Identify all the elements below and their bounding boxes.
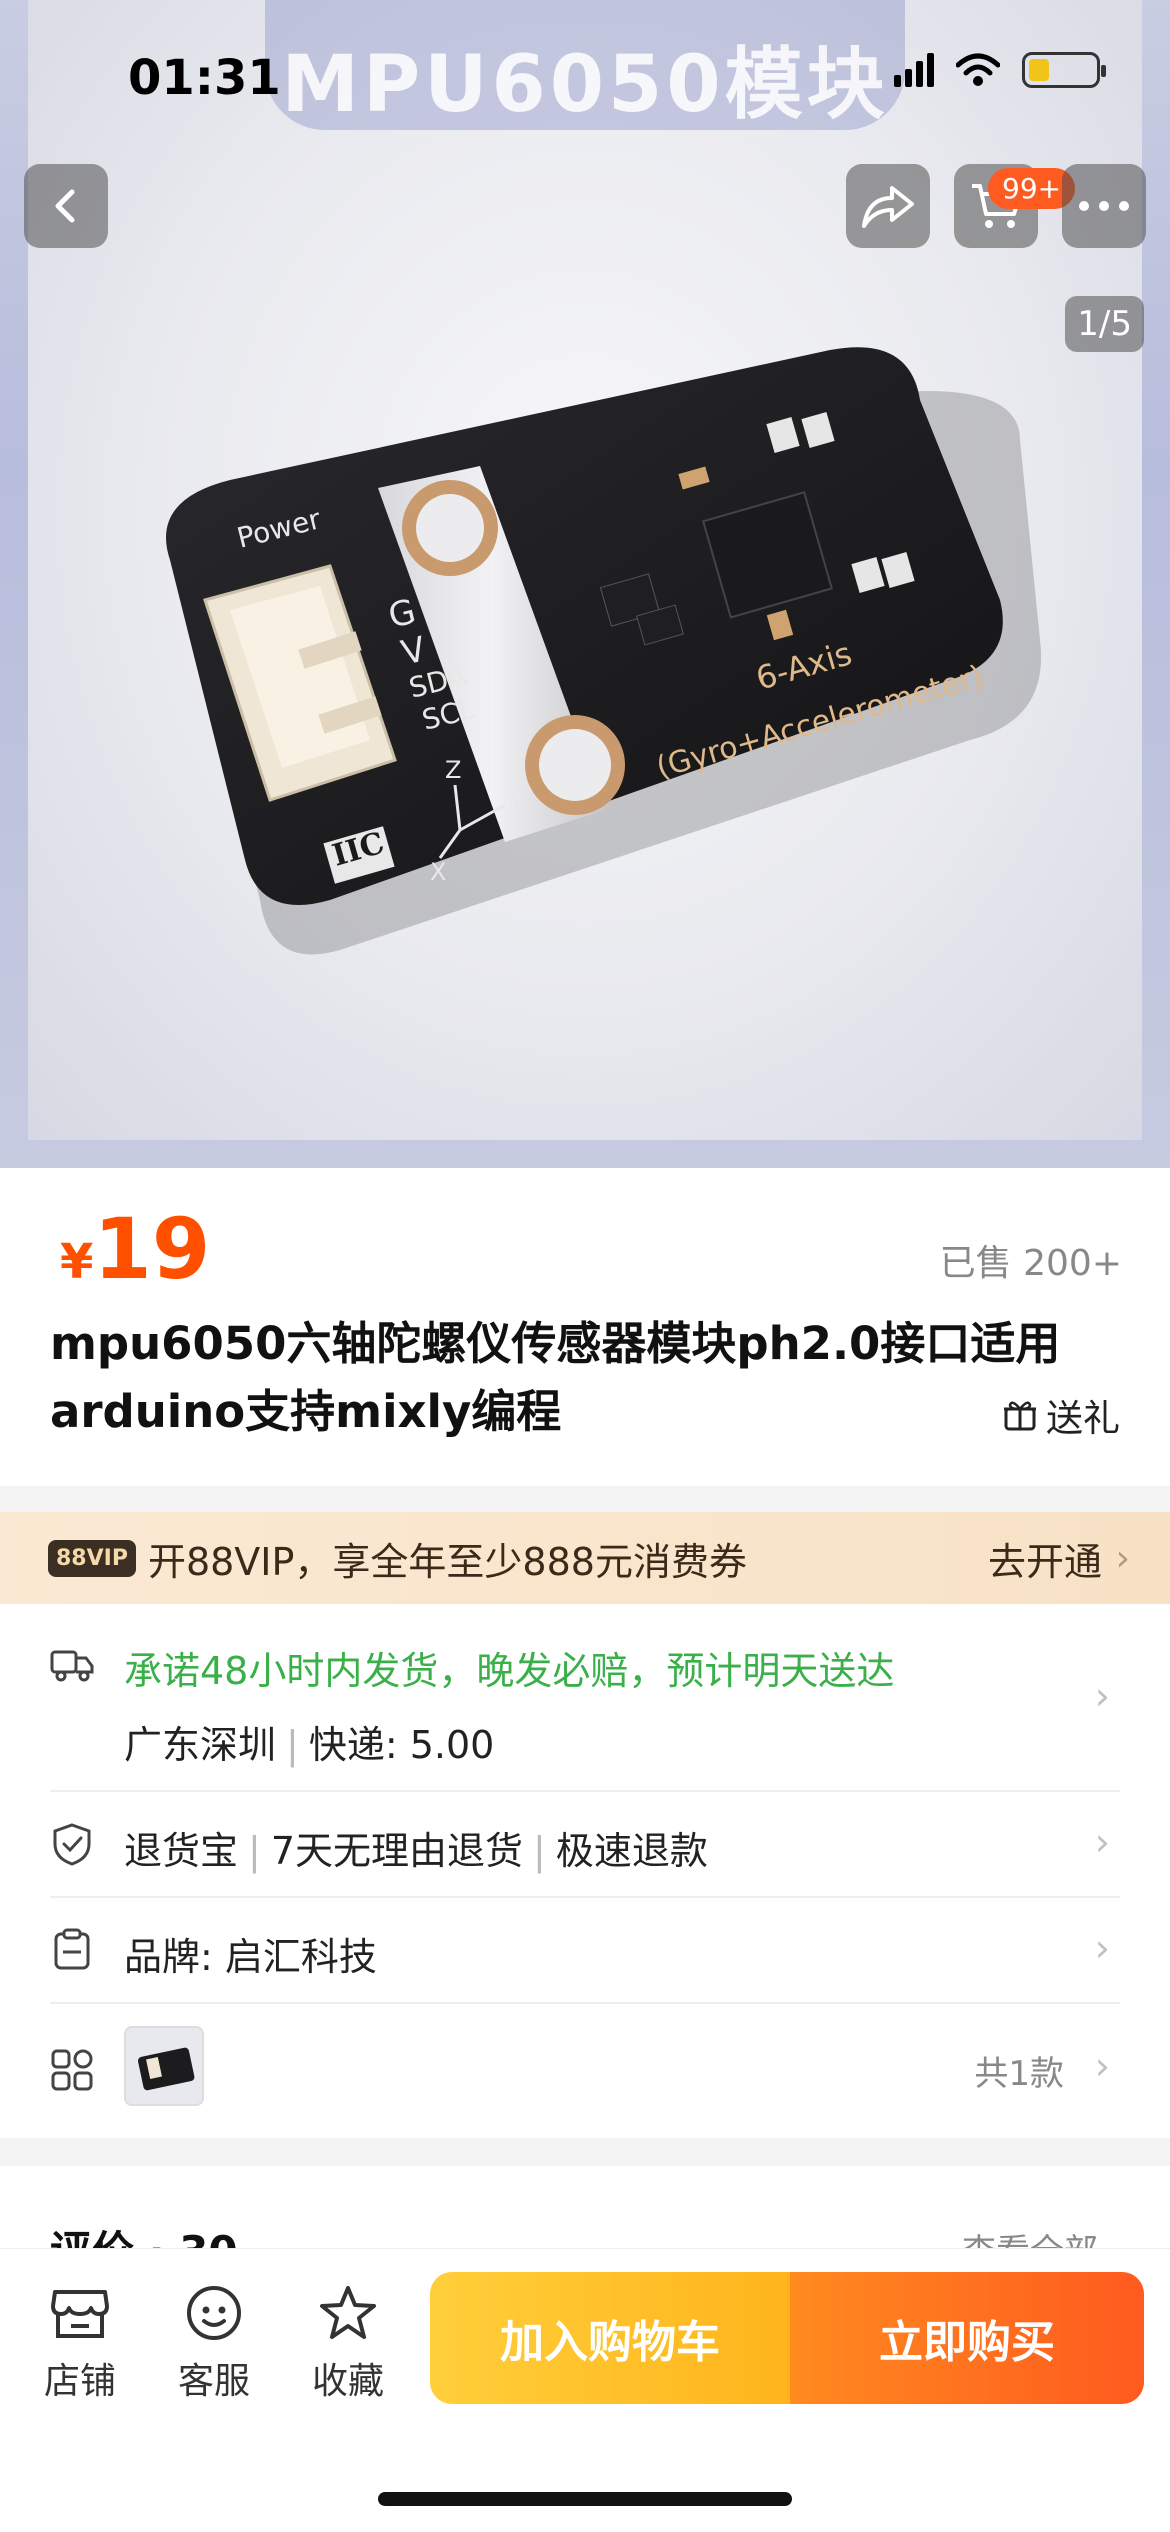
battery-icon (1022, 52, 1106, 88)
shipping-row[interactable]: 承诺48小时内发货，晚发必赔，预计明天送达 广东深圳 | 快递: 5.00 › (50, 1640, 1120, 1780)
brand-row[interactable]: 品牌: 启汇科技 › (50, 1926, 1120, 1986)
chevron-right-icon: › (1094, 2044, 1110, 2088)
shop-label: 店铺 (43, 2361, 116, 2402)
star-icon (320, 2286, 376, 2339)
customer-service-icon (187, 2286, 241, 2340)
share-icon (862, 186, 914, 228)
delivery-truck-icon (50, 1650, 94, 1682)
variant-board-image (137, 2047, 195, 2091)
chevron-right-icon: › (1094, 1926, 1110, 1970)
shipping-details: 广东深圳 | 快递: 5.00 (124, 1723, 495, 1767)
shop-tab[interactable]: 店铺 (30, 2284, 130, 2404)
divider (50, 1790, 1120, 1792)
image-counter: 1/5 (1065, 296, 1144, 352)
back-button[interactable] (24, 164, 108, 248)
variant-thumbnail[interactable] (124, 2026, 204, 2106)
chevron-left-icon (55, 189, 75, 223)
clipboard-icon (54, 1928, 90, 1970)
label-y: Y (507, 786, 523, 814)
status-icons (894, 52, 1106, 88)
shipping-fee: 快递: 5.00 (308, 1723, 495, 1767)
cellular-signal-icon (894, 53, 934, 87)
shipping-location: 广东深圳 (124, 1723, 277, 1767)
add-to-cart-button[interactable]: 加入购物车 (430, 2272, 790, 2404)
vip-banner[interactable]: 88VIP 开88VIP，享全年至少888元消费券 去开通 › (0, 1512, 1170, 1604)
brand-label: 品牌: 启汇科技 (124, 1935, 377, 1979)
product-title: mpu6050六轴陀螺仪传感器模块ph2.0接口适用arduino支持mixly… (50, 1317, 1061, 1438)
price-value: 19 (93, 1200, 211, 1298)
return-service-3: 极速退款 (555, 1829, 708, 1873)
shield-check-icon (53, 1823, 91, 1866)
store-icon (51, 2290, 109, 2338)
gift-label: 送礼 (1046, 1397, 1120, 1440)
returns-services: 退货宝 | 7天无理由退货 | 极速退款 (124, 1829, 708, 1873)
chevron-right-icon: › (1094, 1674, 1110, 1718)
buy-now-button[interactable]: 立即购买 (790, 2272, 1144, 2404)
section-gap (0, 2138, 1170, 2166)
share-button[interactable] (846, 164, 930, 248)
vip-text: 开88VIP，享全年至少888元消费券 (147, 1539, 747, 1584)
divider (50, 2002, 1120, 2004)
variants-row[interactable]: 共1款 › (50, 2026, 1120, 2112)
gift-icon (1004, 1401, 1036, 1431)
status-time: 01:31 (128, 50, 281, 106)
product-price: ¥19 (60, 1200, 210, 1298)
gift-button[interactable]: 送礼 (1002, 1388, 1120, 1442)
sold-count: 已售 200+ (939, 1243, 1122, 1284)
product-image-gallery[interactable]: MPU6050模块 Power G V SDA SCL 6-Axis (Gyro… (0, 0, 1170, 1168)
divider (50, 1896, 1120, 1898)
returns-row[interactable]: 退货宝 | 7天无理由退货 | 极速退款 › (50, 1820, 1120, 1880)
chevron-right-icon: › (1115, 1537, 1130, 1579)
section-gap (0, 1486, 1170, 1512)
grid-icon (51, 2049, 93, 2091)
shipping-promise: 承诺48小时内发货，晚发必赔，预计明天送达 (124, 1649, 895, 1693)
wifi-icon (956, 53, 1000, 86)
favorite-tab[interactable]: 收藏 (298, 2284, 398, 2404)
vip-open-link[interactable]: 去开通 (988, 1531, 1102, 1586)
service-label: 客服 (177, 2361, 250, 2402)
customer-service-tab[interactable]: 客服 (164, 2284, 264, 2404)
favorite-label: 收藏 (311, 2361, 384, 2402)
currency-symbol: ¥ (60, 1234, 94, 1290)
return-service-2: 7天无理由退货 (270, 1829, 524, 1873)
label-x: X (430, 858, 446, 886)
chevron-right-icon: › (1094, 1820, 1110, 1864)
vip-tag: 88VIP (48, 1539, 136, 1577)
home-indicator[interactable] (378, 2492, 792, 2506)
variant-count: 共1款 (974, 2054, 1064, 2094)
more-button[interactable] (1062, 164, 1146, 248)
return-service-1: 退货宝 (124, 1829, 239, 1873)
more-dots-icon (1079, 201, 1129, 211)
label-z: Z (445, 756, 461, 784)
